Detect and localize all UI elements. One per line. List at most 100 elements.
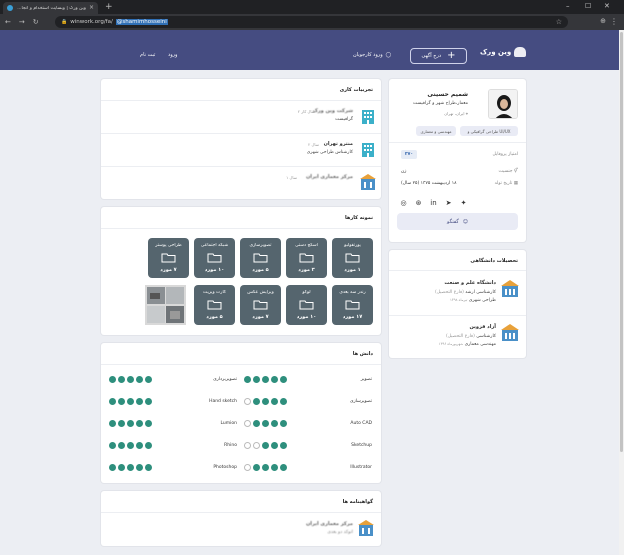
field-text: مهندسی معماری [464,342,496,347]
tile-label: پورتفولیو [344,243,361,248]
skill-dot-filled [271,442,278,449]
skill-dot-filled [127,398,134,405]
university-icon [501,280,519,297]
skill-dot-filled [280,442,287,449]
certificate-sub: اتوکد دو بعدی [327,530,353,535]
skill-level [109,398,152,405]
portfolio-tile[interactable]: کارت ویزیت ۵ مورد [194,285,235,325]
skill-row: تصویرسازی [244,397,376,407]
skill-dot-filled [280,376,287,383]
close-tab-icon[interactable]: × [89,5,94,11]
minimize-icon[interactable]: – [566,1,570,11]
experience-item[interactable]: مرکز معماری ایران ۱ سال [101,167,381,199]
tile-label: کارت ویزیت [203,290,226,295]
twitter-icon[interactable]: ✦ [459,199,468,208]
skill-dot-filled [145,398,152,405]
avatar [488,89,518,119]
page-scrollbar[interactable] [619,30,624,555]
portfolio-tile[interactable]: اسکچ دستی ۳ مورد [286,238,327,278]
portfolio-tile[interactable]: ویرایش عکس ۷ مورد [240,285,281,325]
portfolio-tile[interactable]: پورتفولیو ۱ مورد [332,238,373,278]
skill-dot-filled [271,398,278,405]
experience-item[interactable]: شرکت وین ورک گرافیست ۲ سال کار [101,101,381,133]
skills-card: دانش ها تصویر تصویرسازی Auto CAD Sketchup Il… [101,343,381,483]
browser-tab[interactable]: وین ورک | وبسایت استخدام و انجا... × [3,2,98,14]
tab-title: وین ورک | وبسایت استخدام و انجا... [17,5,86,11]
chat-button[interactable]: گفتگو ☺ [397,213,518,230]
certificate-building-icon [358,520,374,536]
degree-status: (فارغ التحصیل) [445,334,475,339]
browser-menu-icon[interactable]: ⋮ [610,17,618,26]
post-ad-button[interactable]: درج آگهی + [410,48,467,64]
employer-login-link[interactable]: ورود کارجویان ◯ [353,52,391,58]
skill-dot-filled [136,420,143,427]
skill-dot-filled [244,376,251,383]
portfolio-tile[interactable]: شبکه اجتماعی ۱۰ مورد [194,238,235,278]
tile-label: شبکه اجتماعی [200,243,229,248]
extension-icon[interactable]: ⊕ [600,17,606,25]
portfolio-tile[interactable]: لوگو ۱۰ مورد [286,285,327,325]
back-icon[interactable]: ← [5,18,11,26]
experience-role: گرافیست [335,117,353,122]
certificate-name: مرکز معماری ایران [306,521,353,527]
reload-icon[interactable]: ↻ [33,18,39,26]
tile-count: ۵ مورد [206,314,223,320]
company-building-icon [362,110,374,124]
skill-dot-filled [262,376,269,383]
profile-title: معمار،طراح شهر و گرافیست [412,101,468,106]
linkedin-icon[interactable]: in [429,199,438,208]
close-window-icon[interactable]: ✕ [604,1,610,11]
skill-row: Hand sketch [109,397,241,407]
portfolio-tile[interactable]: طراحی پوستر ۷ مورد [148,238,189,278]
skill-dot-filled [118,420,125,427]
skill-level [109,442,152,449]
skill-dot-empty [244,398,251,405]
url-selected-text: @shamimhosseini [115,19,168,25]
scrollbar-thumb[interactable] [620,32,623,452]
skill-dot-filled [127,376,134,383]
site-logo[interactable]: وین ورک [480,47,527,57]
portfolio-thumbnail-image[interactable] [145,285,186,325]
dribbble-icon[interactable]: ⊛ [414,199,423,208]
skill-dot-filled [145,420,152,427]
site-favicon-icon [7,5,13,11]
tile-label: اسکچ دستی [295,243,318,248]
skill-level [109,464,152,471]
skill-dot-filled [109,376,116,383]
skill-name: Illustrator [350,465,372,470]
category-chip-architecture[interactable]: مهندسی و معماری [416,126,456,136]
skill-dot-filled [118,464,125,471]
skill-level [244,420,287,427]
browser-tab-bar: وین ورک | وبسایت استخدام و انجا... × + –… [0,0,624,14]
portfolio-tile[interactable]: تصویرسازی ۵ مورد [240,238,281,278]
skill-dot-filled [109,464,116,471]
skill-row: تصویربرداری [109,375,241,385]
new-tab-icon[interactable]: + [105,2,113,12]
instagram-icon[interactable]: ◎ [399,199,408,208]
gender-label: جنسیت ⚥ [499,169,518,174]
skill-level [109,420,152,427]
skill-dot-filled [118,376,125,383]
tile-count: ۱ مورد [344,267,361,273]
bookmark-star-icon[interactable]: ☆ [556,18,562,26]
tile-count: ۱۰ مورد [204,267,225,273]
experience-company: مرکز معماری ایران [306,174,353,180]
maximize-icon[interactable]: ☐ [585,1,591,11]
login-link[interactable]: ورود [168,52,177,58]
register-link[interactable]: ثبت نام [140,52,155,58]
portfolio-tile[interactable]: رندر سه بعدی ۱۷ مورد [332,285,373,325]
skill-dot-filled [145,376,152,383]
experience-item[interactable]: منترو تهران کارشناس طراحی شهری ۲ سال [101,134,381,166]
category-chip-graphic[interactable]: طراحی گرافیکی و UI/UX [460,126,518,136]
gender-icon: ⚥ [513,169,518,174]
url-input[interactable]: 🔒 winwork.org/fa/ @shamimhosseini ☆ [55,16,568,28]
skill-dot-filled [145,442,152,449]
skill-dot-filled [118,442,125,449]
skill-dot-filled [109,398,116,405]
forward-icon[interactable]: → [19,18,25,26]
telegram-icon[interactable]: ➤ [444,199,453,208]
skill-dot-filled [271,420,278,427]
birthdate-value: ۱۸ اردیبهشت ۱۳۷۵ (۲۵ سال) [401,181,457,186]
tile-count: ۷ مورد [252,314,269,320]
profile-name: شمیم حسینی [427,91,468,98]
